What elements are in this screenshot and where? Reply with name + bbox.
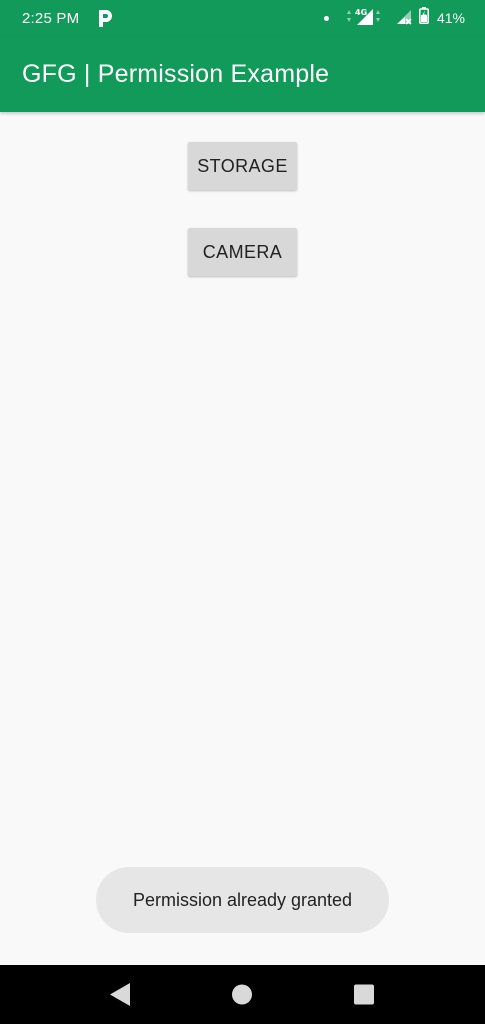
signal-no-service-icon — [395, 7, 413, 30]
status-bar: 2:25 PM 4G 41% — [0, 0, 485, 37]
toast-message: Permission already granted — [96, 867, 389, 933]
parking-app-icon — [98, 10, 112, 27]
svg-text:4G: 4G — [355, 8, 367, 17]
status-time: 2:25 PM — [22, 10, 80, 27]
status-icons: 4G 41% — [323, 7, 465, 30]
page-title: GFG | Permission Example — [22, 60, 330, 88]
battery-icon — [419, 7, 429, 29]
battery-percent: 41% — [436, 10, 465, 26]
storage-button[interactable]: STORAGE — [188, 142, 297, 190]
app-bar: GFG | Permission Example — [0, 37, 485, 112]
camera-button[interactable]: CAMERA — [188, 228, 297, 276]
back-icon[interactable] — [90, 965, 150, 1024]
navigation-bar — [0, 965, 485, 1024]
home-icon[interactable] — [212, 965, 272, 1024]
screen: 2:25 PM 4G 41% GFG | Permission Example … — [0, 0, 485, 1024]
notification-dot-icon — [323, 15, 329, 21]
signal-4g-icon: 4G — [345, 7, 389, 30]
recents-icon[interactable] — [334, 965, 394, 1024]
